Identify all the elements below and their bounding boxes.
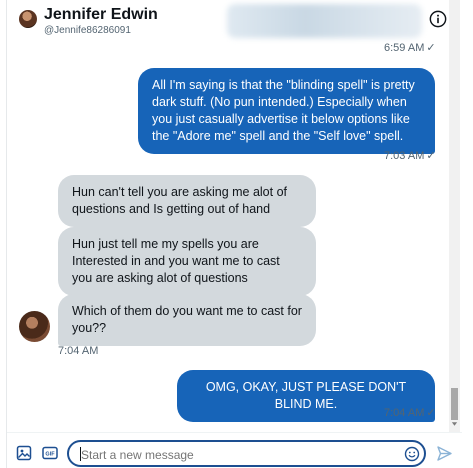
blurred-region [227,4,422,38]
emoji-icon[interactable] [404,446,420,462]
contact-name[interactable]: Jennifer Edwin [44,6,158,24]
message-timestamp: 6:59 AM ✓ [384,42,436,54]
message-input[interactable] [81,446,391,463]
gif-icon[interactable]: GIF [42,445,58,461]
info-icon[interactable] [429,10,447,28]
svg-text:GIF: GIF [45,452,55,458]
scrollbar-track[interactable] [449,0,460,432]
read-check-icon: ✓ [426,42,436,54]
conversation-header: Jennifer Edwin @Jennife86286091 [7,0,462,44]
message-timestamp: 7:04 AM [58,345,99,357]
image-icon[interactable] [16,445,32,461]
read-check-icon: ✓ [426,407,436,419]
scroll-down-arrow-icon[interactable] [451,420,458,428]
scrollbar-thumb[interactable] [451,388,458,420]
send-icon[interactable] [436,445,453,462]
received-message[interactable]: Hun just tell me my spells you are Inter… [58,227,316,296]
message-timestamp: 7:03 AM ✓ [384,150,436,162]
contact-handle: @Jennife86286091 [44,25,131,36]
read-check-icon: ✓ [426,150,436,162]
message-timestamp: 7:04 AM ✓ [384,407,436,419]
dm-conversation-window: Jennifer Edwin @Jennife86286091 6:59 AM ✓… [0,0,473,468]
received-message[interactable]: Which of them do you want me to cast for… [58,294,316,346]
avatar[interactable] [19,10,37,28]
sent-message[interactable]: All I'm saying is that the "blinding spe… [138,68,435,154]
divider [6,0,7,468]
message-input-container[interactable] [67,440,426,467]
sender-avatar[interactable] [19,311,50,342]
received-message[interactable]: Hun can't tell you are asking me alot of… [58,175,316,227]
composer-divider [7,432,462,433]
